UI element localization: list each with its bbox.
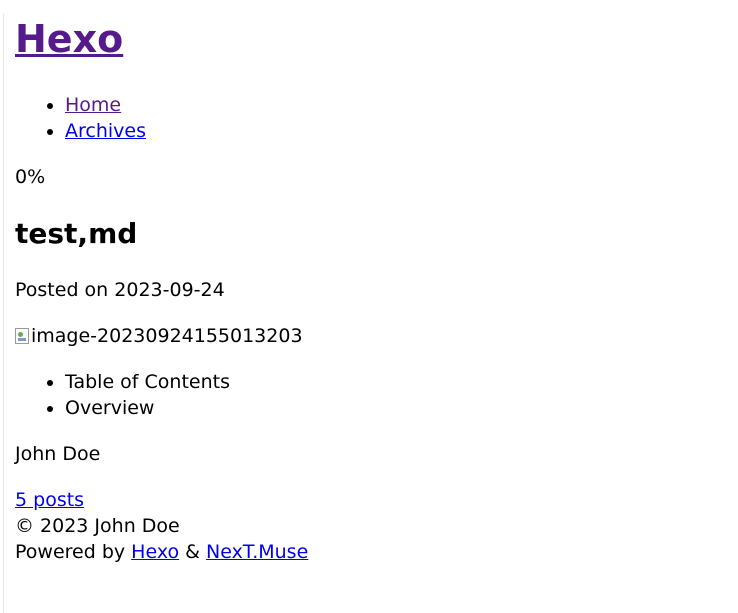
tab-overview-label: Overview xyxy=(65,397,155,419)
post-meta-prefix: Posted on xyxy=(15,279,109,301)
footer-powered-prefix: Powered by xyxy=(15,541,126,563)
broken-image-icon xyxy=(15,328,29,344)
menu-item-archives: Archives xyxy=(65,118,738,144)
page: Hexo Home Archives 0% test,md Posted on … xyxy=(0,14,738,565)
site-title-link[interactable]: Hexo xyxy=(15,17,123,61)
main-menu: Home Archives xyxy=(15,92,738,144)
post-date: 2023-09-24 xyxy=(114,279,225,301)
footer-separator: & xyxy=(185,541,200,563)
theme-link[interactable]: NexT.Muse xyxy=(206,541,308,563)
footer-powered: Powered by Hexo & NexT.Muse xyxy=(15,539,738,565)
author-name: John Doe xyxy=(15,443,101,465)
page-edge xyxy=(3,14,4,613)
post-title: test,md xyxy=(15,217,138,250)
menu-link-archives[interactable]: Archives xyxy=(65,120,146,142)
post-meta: Posted on 2023-09-24 xyxy=(15,277,738,303)
site-title: Hexo xyxy=(15,14,738,64)
menu-link-home[interactable]: Home xyxy=(65,94,121,116)
tab-toc[interactable]: Table of Contents xyxy=(65,369,738,395)
reading-progress: 0% xyxy=(15,166,46,188)
tab-toc-label: Table of Contents xyxy=(65,371,230,393)
tab-overview[interactable]: Overview xyxy=(65,395,738,421)
site-state-posts: 5 posts xyxy=(15,487,738,513)
post-image: image-20230924155013203 xyxy=(15,323,738,349)
post-image-alt: image-20230924155013203 xyxy=(31,325,303,347)
footer-copyright: © 2023 John Doe xyxy=(15,515,180,537)
sidebar-tabs: Table of Contents Overview xyxy=(15,369,738,421)
posts-count-link[interactable]: 5 posts xyxy=(15,489,84,511)
hexo-link[interactable]: Hexo xyxy=(131,541,179,563)
menu-item-home: Home xyxy=(65,92,738,118)
